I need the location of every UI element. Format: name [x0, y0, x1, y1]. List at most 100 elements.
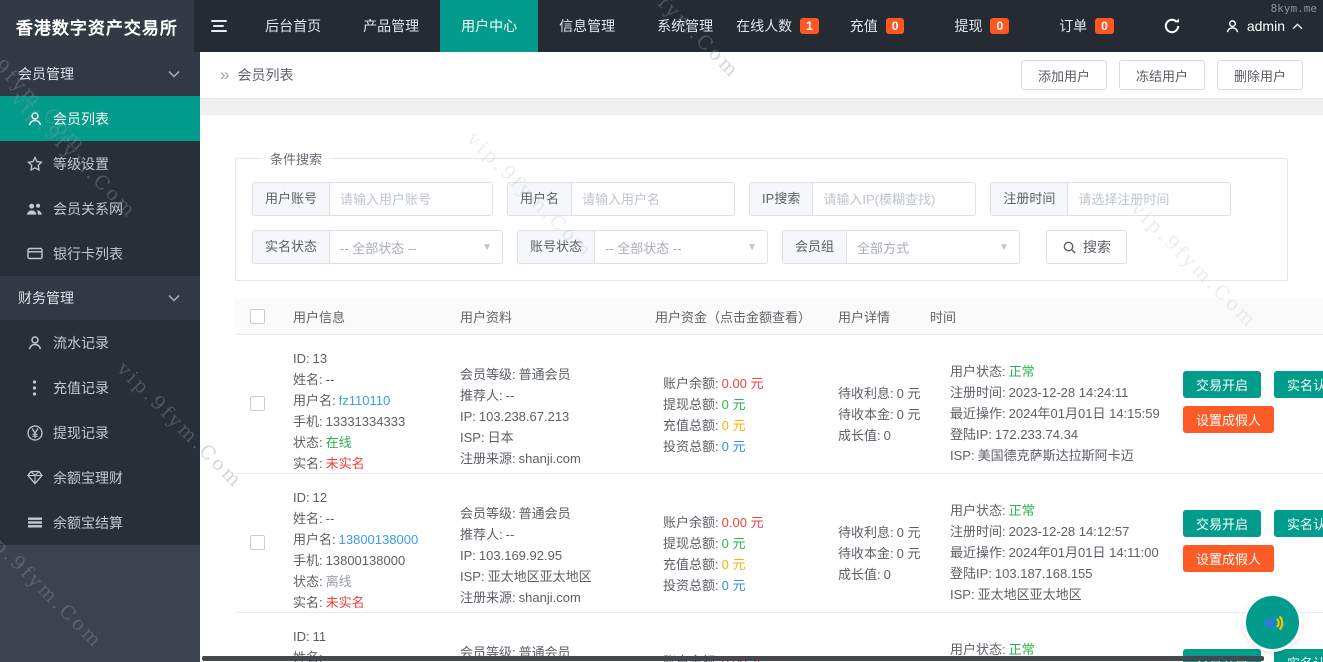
- time-label: 最近操作: [950, 406, 1003, 421]
- funds-value[interactable]: 0 元: [722, 578, 746, 593]
- funds-value[interactable]: 0 元: [722, 418, 746, 433]
- colon: :: [512, 367, 516, 382]
- cell-time: 用户状态: 正常 注册时间: 2023-12-28 14:12:57 最近操作: 2024…: [930, 474, 1183, 613]
- reg-time-input[interactable]: [1068, 183, 1231, 215]
- funds-value[interactable]: 0.00 元: [722, 515, 764, 530]
- funds-line: 账户余额:0.00 元: [663, 512, 838, 533]
- refresh-icon[interactable]: [1139, 0, 1205, 52]
- colon: :: [970, 587, 975, 602]
- sidebar-item-label: 会员关系网: [53, 200, 123, 217]
- realname-verify-button[interactable]: 实名认证: [1274, 371, 1323, 398]
- horizontal-scrollbar[interactable]: [202, 656, 1264, 661]
- app-logo: 香港数字资产交易所: [0, 0, 194, 52]
- member-group-select[interactable]: 全部方式 ▼: [847, 231, 1019, 263]
- freeze-user-button[interactable]: 冻结用户: [1118, 60, 1205, 90]
- trade-open-button[interactable]: 交易开启: [1183, 371, 1262, 398]
- profile-label: IP: [460, 409, 473, 424]
- counter-withdraw[interactable]: 提现 0: [929, 0, 1034, 52]
- sidebar-item-member-network[interactable]: 会员关系网: [0, 186, 200, 231]
- funds-value[interactable]: 0 元: [722, 439, 746, 454]
- row-checkbox[interactable]: [250, 535, 265, 550]
- detail-value: 0: [883, 428, 891, 443]
- nav-item-products[interactable]: 产品管理: [342, 0, 440, 52]
- info-label: 手机: [293, 553, 320, 568]
- action-row: 设置成假人: [1183, 406, 1323, 433]
- counter-recharge[interactable]: 充值 0: [825, 0, 930, 52]
- sidebar-item-flow-records[interactable]: 流水记录: [0, 320, 200, 365]
- info-value: 13800138000: [325, 553, 406, 568]
- add-user-button[interactable]: 添加用户: [1020, 60, 1107, 90]
- sidebar-section-member-mgmt[interactable]: 会员管理: [0, 52, 200, 96]
- account-input[interactable]: [330, 183, 493, 215]
- colon: :: [306, 629, 310, 644]
- colon: :: [332, 393, 336, 408]
- profile-line: IP: 103.238.67.213: [460, 406, 655, 427]
- double-chevron-right-icon: »: [220, 65, 230, 84]
- time-value: 2024年01月01日 14:11:00: [1008, 545, 1159, 560]
- sidebar-item-level-settings[interactable]: 等级设置: [0, 141, 200, 186]
- funds-value[interactable]: 0 元: [722, 557, 746, 572]
- detail-label: 待收本金: [838, 407, 891, 422]
- trade-open-button[interactable]: 交易开启: [1183, 510, 1262, 537]
- detail-line: 待收本金: 0 元: [838, 404, 930, 425]
- info-value: 12: [312, 490, 328, 505]
- funds-value[interactable]: 0 元: [722, 397, 746, 412]
- realname-verify-button[interactable]: 实名认证: [1274, 649, 1323, 662]
- info-line: 姓名:--: [293, 508, 460, 529]
- sidebar-item-member-list[interactable]: 会员列表: [0, 96, 200, 141]
- funds-label: 充值总额: [663, 418, 716, 433]
- funds-value[interactable]: 0 元: [722, 536, 746, 551]
- sound-floating-button[interactable]: [1246, 596, 1299, 649]
- search-field-realname-status: 实名状态 -- 全部状态 -- ▼: [252, 230, 504, 264]
- nav-item-user-center[interactable]: 用户中心: [440, 0, 539, 52]
- info-value[interactable]: fz110110: [339, 393, 391, 408]
- profile-line: ISP: 亚太地区亚太地区: [460, 566, 655, 587]
- nav-item-info-mgmt[interactable]: 信息管理: [538, 0, 636, 52]
- funds-line: 充值总额: 0 元: [663, 415, 838, 436]
- select-value: 全部方式: [857, 240, 910, 256]
- colon: :: [499, 527, 503, 542]
- colon: :: [480, 569, 485, 584]
- sidebar-section-finance-mgmt[interactable]: 财务管理: [0, 276, 200, 320]
- sidebar-item-bank-cards[interactable]: 银行卡列表: [0, 231, 200, 276]
- account-status-select[interactable]: -- 全部状态 -- ▼: [595, 231, 767, 263]
- set-fake-user-button[interactable]: 设置成假人: [1183, 406, 1275, 433]
- column-header: 用户详情: [838, 310, 891, 325]
- detail-value: 0: [883, 567, 891, 582]
- nav-item-system-mgmt[interactable]: 系统管理: [636, 0, 734, 52]
- profile-value: 103.169.92.95: [478, 548, 563, 563]
- search-button[interactable]: 搜索: [1046, 230, 1128, 264]
- hamburger-menu-icon[interactable]: [194, 0, 244, 52]
- realname-status-select[interactable]: -- 全部状态 -- ▼: [330, 231, 502, 263]
- profile-label: ISP: [460, 569, 481, 584]
- select-all-checkbox[interactable]: [250, 309, 265, 324]
- funds-value[interactable]: 0.00 元: [722, 376, 764, 391]
- nav-item-dashboard[interactable]: 后台首页: [244, 0, 342, 52]
- info-label: 状态: [293, 435, 320, 450]
- delete-user-button[interactable]: 删除用户: [1216, 60, 1303, 90]
- info-value: 未实名: [325, 456, 365, 471]
- info-line: ID: 13: [293, 348, 460, 369]
- username-input[interactable]: [572, 183, 735, 215]
- detail-label: 待收本金: [838, 546, 891, 561]
- info-value[interactable]: 13800138000: [339, 532, 419, 547]
- table-row: ID:11姓名:--用户名:1234564545会员等级:普通会员推荐人:--账…: [235, 613, 1323, 662]
- admin-username: admin: [1246, 18, 1285, 34]
- counter-orders[interactable]: 订单 0: [1034, 0, 1139, 52]
- set-fake-user-button[interactable]: 设置成假人: [1183, 545, 1275, 572]
- admin-user-menu[interactable]: admin: [1205, 0, 1323, 52]
- realname-verify-button[interactable]: 实名认证: [1274, 510, 1323, 537]
- sidebar-item-withdraw-records[interactable]: 提现记录: [0, 410, 200, 455]
- colon: :: [1002, 642, 1006, 657]
- chevron-up-icon: [1292, 22, 1303, 29]
- time-label: 用户状态: [950, 503, 1003, 518]
- funds-label: 投资总额: [663, 578, 716, 593]
- card-icon: [26, 245, 43, 262]
- profile-label: IP: [460, 548, 473, 563]
- row-checkbox[interactable]: [250, 396, 265, 411]
- ip-input[interactable]: [813, 183, 976, 215]
- time-label: 用户状态: [950, 364, 1003, 379]
- sidebar-item-recharge-records[interactable]: 充值记录: [0, 365, 200, 410]
- sidebar-item-yuebao-settle[interactable]: 余额宝结算: [0, 500, 200, 545]
- sidebar-item-yuebao-invest[interactable]: 余额宝理财: [0, 455, 200, 500]
